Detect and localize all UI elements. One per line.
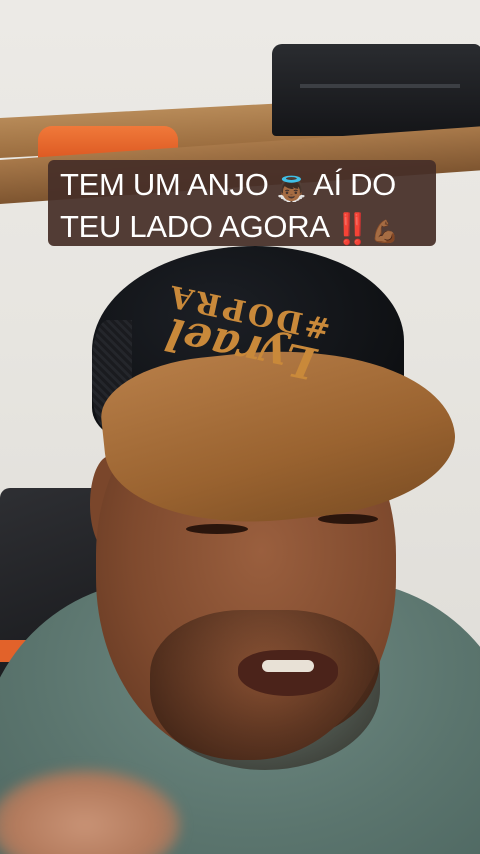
left-eye <box>186 524 248 534</box>
caption-line-2-text: TEU LADO AGORA <box>60 209 330 244</box>
double-exclamation-icon: ‼️ <box>333 212 371 247</box>
caption-box: TEM UM ANJO 👼🏾 AÍ DO TEU LADO AGORA ‼️ 💪🏾 <box>48 160 436 247</box>
angel-emoji-icon: 👼🏾 <box>276 175 307 203</box>
teeth <box>262 660 314 672</box>
caption-line-1: TEM UM ANJO 👼🏾 AÍ DO <box>60 166 426 208</box>
caption-line-1-tail: AÍ DO <box>313 167 396 202</box>
mouth <box>238 650 338 696</box>
right-eye <box>318 514 378 524</box>
caption-line-1-text: TEM UM ANJO <box>60 167 269 202</box>
bag-zipper <box>300 84 460 88</box>
flexed-biceps-icon: 💪🏾 <box>371 220 399 245</box>
video-frame: Lyrael #DOPRA <box>0 0 480 854</box>
black-bag <box>272 44 480 136</box>
caption-line-2: TEU LADO AGORA ‼️ 💪🏾 <box>60 208 426 252</box>
